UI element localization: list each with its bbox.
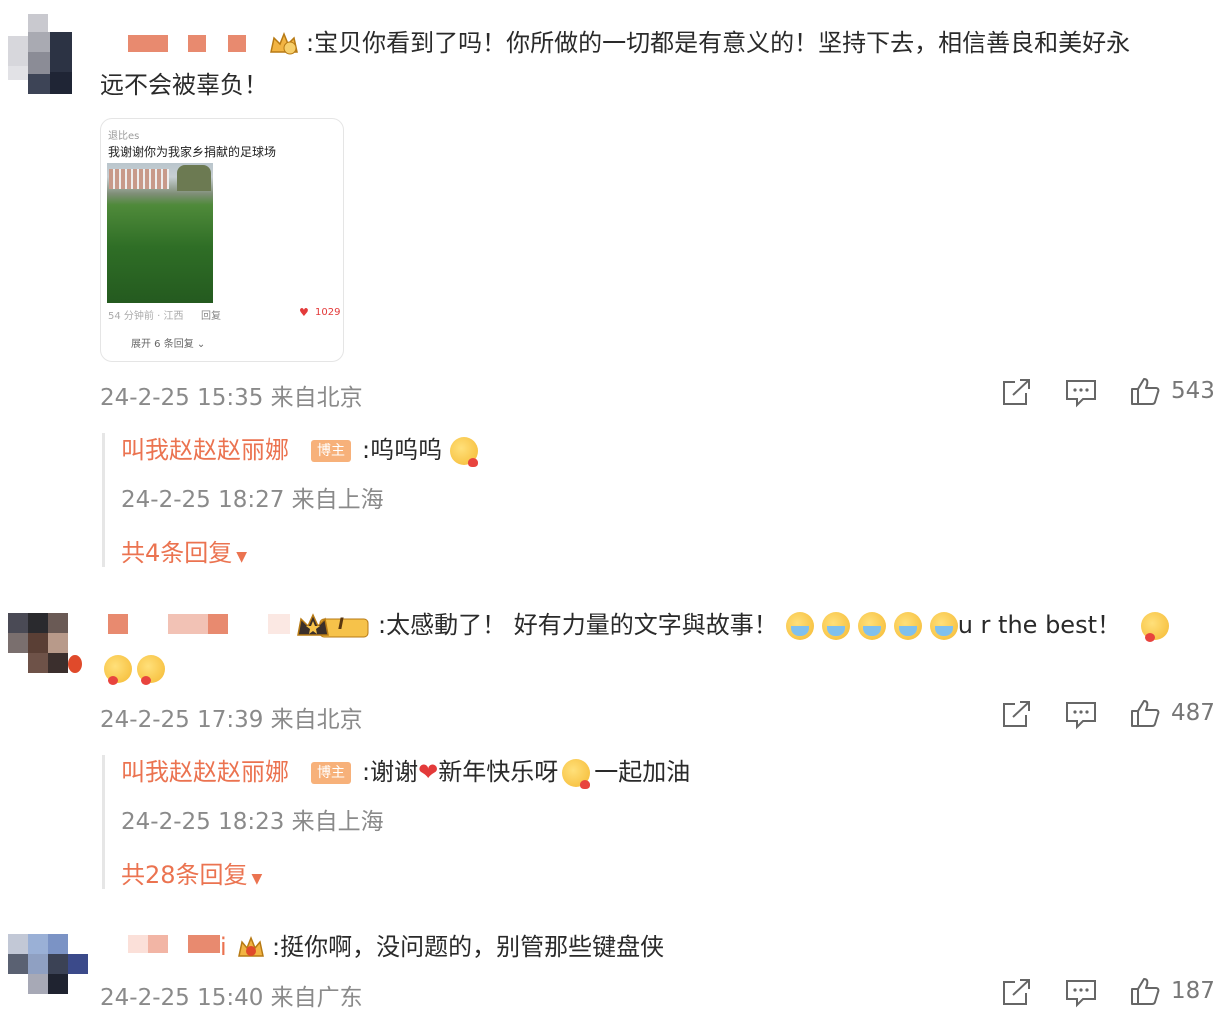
- vip-crown-icon: [236, 934, 266, 960]
- comment-meta: 24-2-25 15:40 来自广东: [100, 985, 363, 1011]
- comment-icon[interactable]: [1065, 700, 1097, 734]
- card-like-count: 1029: [315, 307, 341, 318]
- comment-text-line2: [104, 655, 166, 685]
- avatar[interactable]: [8, 934, 88, 998]
- like-count: 543: [1171, 378, 1215, 404]
- kiss-emoji-icon: [449, 437, 478, 467]
- username-blurred[interactable]: [108, 614, 298, 636]
- crying-emoji-icon: [785, 612, 814, 640]
- card-username: 退比es: [108, 131, 140, 142]
- kiss-emoji-icon: [562, 759, 591, 789]
- username-blurred[interactable]: [128, 35, 268, 53]
- comment-text-line1: :宝贝你看到了吗！你所做的一切都是有意义的！坚持下去，相信善良和美好永: [306, 29, 1131, 57]
- comment-icon[interactable]: [1065, 378, 1097, 412]
- football-field-photo: [107, 163, 213, 303]
- embedded-image-card[interactable]: 退比es 我谢谢你为我家乡捐献的足球场 54 分钟前 · 江西 回复 ♥ 102…: [100, 118, 344, 362]
- comment-meta: 24-2-25 15:35 来自北京: [100, 385, 363, 411]
- thinking-heart-emoji-icon: [1140, 612, 1169, 642]
- comment-meta: 24-2-25 17:39 来自北京: [100, 707, 363, 733]
- avatar[interactable]: [8, 613, 84, 677]
- reply-author[interactable]: 叫我赵赵赵丽娜: [121, 754, 289, 790]
- card-title: 我谢谢你为我家乡捐献的足球场: [108, 145, 277, 159]
- like-icon[interactable]: [1130, 698, 1160, 732]
- like-count: 187: [1171, 978, 1215, 1004]
- reply-bar: [102, 433, 105, 567]
- username-tail[interactable]: i: [220, 929, 227, 965]
- card-expand-replies[interactable]: 展开 6 条回复 ⌄: [131, 335, 205, 350]
- vip-crown-icon: [268, 30, 300, 56]
- reply-meta: 24-2-25 18:27 来自上海: [121, 487, 384, 513]
- comment-text: :挺你啊，没问题的，别管那些键盘侠: [272, 933, 665, 961]
- more-replies-link[interactable]: 共28条回复 ▼: [121, 857, 262, 897]
- comment-text: :太感動了！ 好有力量的文字與故事！ u r the best！: [378, 607, 1169, 643]
- like-icon[interactable]: [1130, 976, 1160, 1010]
- reply-bar: [102, 755, 105, 889]
- share-icon[interactable]: [1001, 977, 1033, 1011]
- crying-emoji-icon: [929, 612, 958, 640]
- reply-meta: 24-2-25 18:23 来自上海: [121, 809, 384, 835]
- heart-icon: ❤: [418, 758, 439, 786]
- reply-author[interactable]: 叫我赵赵赵丽娜: [121, 432, 289, 468]
- thinking-heart-emoji-icon: [137, 655, 166, 685]
- crying-emoji-icon: [821, 612, 850, 640]
- reply-text: :谢谢❤新年快乐呀 一起加油: [362, 758, 691, 789]
- crying-emoji-icon: [857, 612, 886, 640]
- card-time-location: 54 分钟前 · 江西: [108, 311, 184, 322]
- share-icon[interactable]: [1001, 699, 1033, 733]
- comment-text-line2: 远不会被辜负！: [100, 71, 268, 99]
- thinking-heart-emoji-icon: [104, 655, 132, 685]
- caret-down-icon: ▼: [251, 871, 263, 887]
- vip-level: I: [338, 614, 344, 633]
- crying-emoji-icon: [893, 612, 922, 640]
- vip-crown-icon: [296, 611, 372, 641]
- like-icon[interactable]: [1130, 376, 1160, 410]
- share-icon[interactable]: [1001, 377, 1033, 411]
- like-count: 487: [1171, 700, 1215, 726]
- blogger-badge: 博主: [311, 762, 351, 784]
- reply-text: :呜呜呜: [362, 432, 478, 468]
- blogger-badge: 博主: [311, 440, 351, 462]
- caret-down-icon: ▼: [236, 549, 248, 565]
- comment-icon[interactable]: [1065, 978, 1097, 1012]
- card-reply-button[interactable]: 回复: [201, 307, 221, 322]
- more-replies-link[interactable]: 共4条回复 ▼: [121, 535, 247, 575]
- avatar[interactable]: [8, 14, 84, 94]
- card-heart-icon: ♥: [299, 306, 309, 319]
